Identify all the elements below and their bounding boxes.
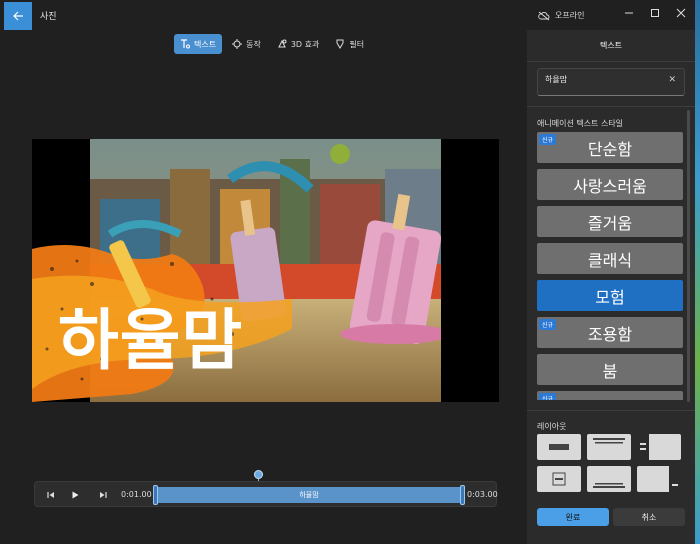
layout-heading: 레이아웃 xyxy=(537,422,567,431)
layout-right-box[interactable] xyxy=(637,466,681,492)
layout-left-box-icon xyxy=(637,434,649,460)
style-classic[interactable]: 클래식 xyxy=(537,243,683,274)
style-label: 모험 xyxy=(595,287,625,307)
motion-icon xyxy=(232,39,243,49)
style-label: 사랑스러움 xyxy=(573,176,647,196)
style-label: 영화 xyxy=(595,395,624,401)
style-calm[interactable]: 신규 조용함 xyxy=(537,317,683,348)
new-badge: 신규 xyxy=(539,134,557,145)
style-label: 단순함 xyxy=(587,139,633,159)
minimize-icon xyxy=(625,12,633,14)
step-forward-button[interactable] xyxy=(95,487,111,503)
panel-title: 텍스트 xyxy=(599,41,623,50)
layout-bottom-line[interactable] xyxy=(587,466,631,492)
layout-center-box[interactable] xyxy=(537,466,581,492)
text-icon xyxy=(181,39,190,49)
play-button[interactable] xyxy=(67,487,83,503)
style-label: 즐거움 xyxy=(587,213,633,233)
style-simple[interactable]: 신규 단순함 xyxy=(537,132,683,163)
playhead-handle[interactable] xyxy=(254,470,263,479)
layout-center-banner-icon xyxy=(549,444,569,450)
cloud-offline-icon xyxy=(538,11,550,20)
close-icon xyxy=(676,8,686,18)
layout-center-box-icon xyxy=(552,472,566,486)
maximize-icon xyxy=(651,9,659,17)
timeline-end-time: 0:03.00 xyxy=(467,490,498,499)
text-input-field[interactable]: 하율맘 ✕ xyxy=(537,68,685,96)
style-lovely[interactable]: 사랑스러움 xyxy=(537,169,683,200)
style-joy[interactable]: 즐거움 xyxy=(537,206,683,237)
filter-icon xyxy=(336,39,344,49)
style-movie[interactable]: 신규 영화 xyxy=(537,391,683,400)
new-badge: 신규 xyxy=(539,319,557,330)
trim-start-handle[interactable] xyxy=(153,485,158,505)
step-back-icon xyxy=(47,492,54,498)
maximize-button[interactable] xyxy=(642,4,668,22)
text-input-value: 하율맘 xyxy=(545,75,568,84)
style-label: 클래식 xyxy=(587,250,633,270)
close-button[interactable] xyxy=(668,4,694,22)
desktop-wallpaper-edge xyxy=(695,0,700,544)
minimize-button[interactable] xyxy=(616,4,642,22)
layout-right-box-icon xyxy=(669,466,681,492)
video-preview[interactable]: 하율맘 xyxy=(32,139,499,402)
layout-bottom-line-icon xyxy=(593,483,625,488)
step-forward-icon xyxy=(100,492,107,498)
text-panel: 텍스트 하율맘 ✕ 애니메이션 텍스트 스타일 신규 단순함 사랑스러움 즐거움… xyxy=(527,30,695,544)
style-label: 붐 xyxy=(602,361,618,381)
cancel-button[interactable]: 취소 xyxy=(613,508,685,526)
timeline-clip-label: 하율맘 xyxy=(299,491,319,499)
panel-divider-2 xyxy=(527,106,695,107)
style-boom[interactable]: 붐 xyxy=(537,354,683,385)
tab-3d-effects-label: 3D 효과 xyxy=(290,39,320,49)
tab-motion[interactable]: 동작 xyxy=(226,34,267,54)
layout-center-banner[interactable] xyxy=(537,434,581,460)
play-icon xyxy=(72,491,79,499)
tab-motion-label: 동작 xyxy=(246,39,261,49)
panel-divider-3 xyxy=(527,410,695,411)
clear-text-icon[interactable]: ✕ xyxy=(668,75,676,85)
tab-filters[interactable]: 필터 xyxy=(329,34,370,54)
preview-overlay-text: 하율맘 xyxy=(58,302,244,379)
panel-divider xyxy=(527,61,695,62)
styles-heading: 애니메이션 텍스트 스타일 xyxy=(537,119,624,128)
tab-text-label: 텍스트 xyxy=(194,39,217,49)
step-back-button[interactable] xyxy=(43,487,59,503)
layout-left-box[interactable] xyxy=(637,434,681,460)
back-arrow-icon xyxy=(13,11,23,21)
new-badge: 신규 xyxy=(539,393,557,400)
3d-effects-icon xyxy=(278,39,287,48)
editor-toolbar: 텍스트 동작 3D 효과 필터 xyxy=(174,34,370,54)
tab-3d-effects[interactable]: 3D 효과 xyxy=(271,34,326,54)
timeline-clip-range[interactable]: 하율맘 xyxy=(153,485,465,505)
tab-text[interactable]: 텍스트 xyxy=(174,34,223,54)
done-button[interactable]: 완료 xyxy=(537,508,609,526)
timeline-bar: 0:01.00 하율맘 0:03.00 xyxy=(34,481,498,507)
layout-options xyxy=(537,434,685,492)
text-style-list: 신규 단순함 사랑스러움 즐거움 클래식 모험 신규 조용함 붐 신규 xyxy=(537,132,685,400)
offline-label: 오프라인 xyxy=(555,11,585,20)
timeline-start-time: 0:01.00 xyxy=(121,490,152,499)
offline-status[interactable]: 오프라인 xyxy=(538,10,584,21)
layout-top-line[interactable] xyxy=(587,434,631,460)
layout-top-line-icon xyxy=(593,438,625,444)
photos-window: 사진 오프라인 텍스트 동작 3D 효과 필터 하율맘 0:01.00 하율맘 … xyxy=(0,0,700,544)
style-list-scrollbar[interactable] xyxy=(687,110,690,402)
style-adventure[interactable]: 모험 xyxy=(537,280,683,311)
trim-end-handle[interactable] xyxy=(460,485,465,505)
back-button[interactable] xyxy=(4,2,32,30)
style-label: 조용함 xyxy=(587,324,633,344)
app-title: 사진 xyxy=(40,12,57,22)
tab-filters-label: 필터 xyxy=(349,39,365,49)
